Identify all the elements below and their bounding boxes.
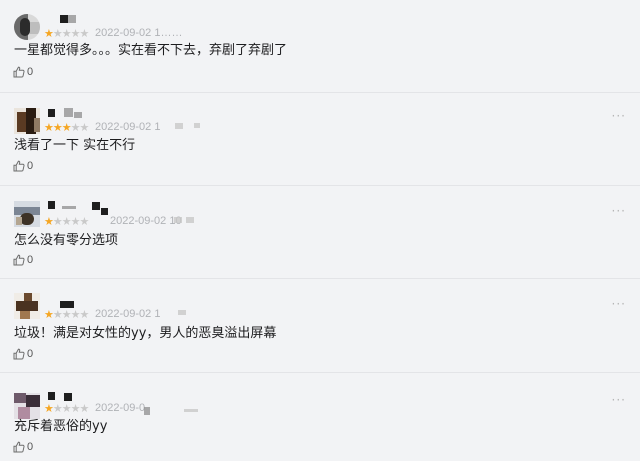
review-content: 一星都觉得多。。。实在看不下去，弃剧了弃剧了 [14, 43, 288, 58]
star-icon: ★ [61, 402, 72, 415]
username [92, 202, 100, 210]
star-icon: ★ [61, 215, 72, 228]
avatar[interactable] [14, 14, 40, 40]
star-rating: ★★★★★ [44, 402, 90, 415]
like-count: 0 [27, 66, 34, 78]
username[interactable] [48, 201, 55, 209]
like-button[interactable]: 0 [13, 348, 33, 360]
username[interactable] [60, 301, 74, 308]
review-content: 浅看了一下 实在不行 [14, 138, 136, 153]
redacted-text [178, 310, 186, 315]
like-button[interactable]: 0 [13, 254, 33, 266]
review-list: ★★★★★ 2022-09-02 1…… 一星都觉得多。。。实在看不下去，弃剧了… [0, 0, 640, 461]
star-icon: ★ [52, 402, 63, 415]
star-icon: ★ [70, 121, 81, 134]
thumbs-up-icon [13, 254, 25, 266]
star-icon: ★ [52, 308, 63, 321]
username [68, 15, 76, 23]
avatar[interactable] [14, 393, 40, 419]
like-count: 0 [27, 441, 34, 453]
star-icon: ★ [70, 215, 81, 228]
thumbs-up-icon [13, 441, 25, 453]
star-icon: ★ [44, 402, 54, 415]
review-date: 2022-09-02 10 [110, 215, 182, 227]
review-content: 垃圾！满是对女性的yy，男人的恶臭溢出屏幕 [14, 326, 277, 341]
star-icon: ★ [70, 402, 81, 415]
thumbs-up-icon [13, 66, 25, 78]
star-rating: ★★★★★ [44, 308, 90, 321]
more-dots-icon[interactable]: ··· [612, 298, 626, 310]
avatar[interactable] [14, 293, 40, 319]
star-icon: ★ [79, 27, 90, 40]
star-rating: ★★★★★ [44, 27, 90, 40]
review-item: ★★★★★ 2022-09-02 1 ··· 浅看了一下 实在不行 0 [0, 93, 640, 186]
star-icon: ★ [61, 308, 72, 321]
star-icon: ★ [79, 308, 90, 321]
review-date: 2022-09-02 1…… [95, 27, 183, 39]
review-item: ★★★★★ 2022-09-02 10 ··· 怎么没有零分选项 0 [0, 186, 640, 279]
like-count: 0 [27, 160, 34, 172]
more-dots-icon[interactable]: ··· [612, 394, 626, 406]
star-icon: ★ [79, 121, 90, 134]
star-icon: ★ [44, 121, 54, 134]
redacted-text [194, 123, 200, 128]
redacted-text [186, 217, 194, 223]
like-count: 0 [27, 348, 34, 360]
avatar[interactable] [14, 201, 40, 227]
star-icon: ★ [52, 215, 63, 228]
username[interactable] [60, 15, 68, 23]
username[interactable] [48, 109, 55, 117]
avatar[interactable] [14, 108, 40, 134]
star-icon: ★ [44, 27, 54, 40]
like-count: 0 [27, 254, 34, 266]
star-icon: ★ [79, 402, 90, 415]
review-date: 2022-09-02 1 [95, 121, 161, 133]
like-button[interactable]: 0 [13, 66, 33, 78]
review-date: 2022-09-02 1 [95, 308, 161, 320]
username [62, 206, 76, 209]
username [64, 108, 73, 117]
more-dots-icon[interactable]: ··· [612, 110, 626, 122]
redacted-text [174, 217, 182, 223]
thumbs-up-icon [13, 348, 25, 360]
star-icon: ★ [44, 308, 54, 321]
star-icon: ★ [79, 215, 90, 228]
username [74, 112, 82, 118]
like-button[interactable]: 0 [13, 441, 33, 453]
star-icon: ★ [61, 27, 72, 40]
star-rating: ★★★★★ [44, 121, 90, 134]
review-item: ★★★★★ 2022-09-0 ··· 充斥着恶俗的yy 0 [0, 373, 640, 461]
like-button[interactable]: 0 [13, 160, 33, 172]
redacted-text [184, 409, 198, 412]
review-item: ★★★★★ 2022-09-02 1 ··· 垃圾！满是对女性的yy，男人的恶臭… [0, 279, 640, 373]
star-icon: ★ [61, 121, 72, 134]
review-content: 怎么没有零分选项 [14, 233, 119, 248]
thumbs-up-icon [13, 160, 25, 172]
star-icon: ★ [52, 27, 63, 40]
redacted-text [144, 407, 150, 415]
review-content: 充斥着恶俗的yy [14, 419, 108, 434]
review-date: 2022-09-0 [95, 402, 146, 414]
username [101, 208, 108, 215]
more-dots-icon[interactable]: ··· [612, 205, 626, 217]
username[interactable] [48, 392, 55, 400]
star-icon: ★ [70, 27, 81, 40]
star-icon: ★ [52, 121, 63, 134]
star-icon: ★ [70, 308, 81, 321]
redacted-text [175, 123, 183, 129]
star-rating: ★★★★★ [44, 215, 90, 228]
review-item: ★★★★★ 2022-09-02 1…… 一星都觉得多。。。实在看不下去，弃剧了… [0, 0, 640, 93]
star-icon: ★ [44, 215, 54, 228]
username [64, 393, 72, 401]
